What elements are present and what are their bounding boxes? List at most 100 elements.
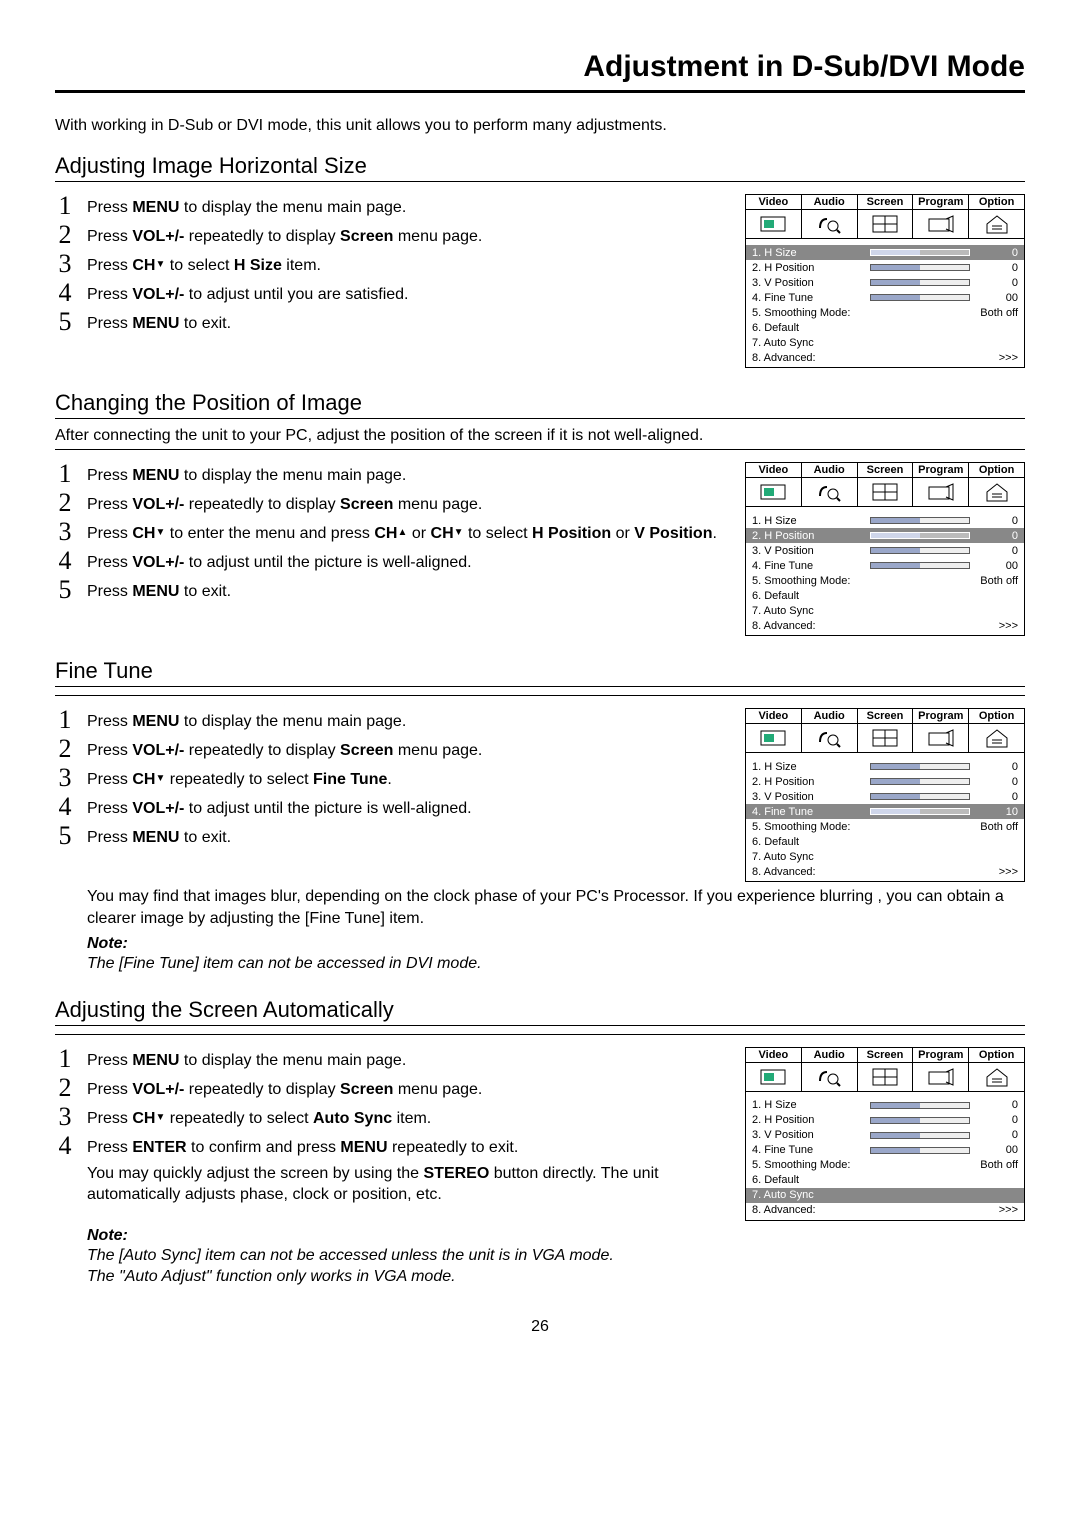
osd-row-advanced: 8. Advanced:>>> bbox=[746, 618, 1024, 633]
video-icon bbox=[746, 478, 802, 506]
osd-row-smooth: 5. Smoothing Mode:Both off bbox=[746, 819, 1024, 834]
osd-panel: Video Audio Screen Program Option 1. H S… bbox=[745, 1047, 1025, 1221]
step-number: 3 bbox=[55, 519, 75, 545]
osd-row-hpos: 2. H Position0 bbox=[746, 260, 1024, 275]
step-number: 4 bbox=[55, 548, 75, 574]
step-text: Press ENTER to confirm and press MENU re… bbox=[87, 1133, 725, 1159]
osd-tab-video: Video bbox=[746, 463, 802, 477]
osd-row-vpos: 3. V Position0 bbox=[746, 1128, 1024, 1143]
chevron-down-icon: ▼ bbox=[155, 772, 165, 786]
osd-panel: Video Audio Screen Program Option 1. H S… bbox=[745, 194, 1025, 368]
step-number: 5 bbox=[55, 577, 75, 603]
osd-row-hsize: 1. H Size0 bbox=[746, 513, 1024, 528]
osd-row-vpos: 3. V Position0 bbox=[746, 543, 1024, 558]
step-text: Press VOL+/- repeatedly to display Scree… bbox=[87, 490, 725, 516]
section-hsize: Adjusting Image Horizontal Size 1 Press … bbox=[55, 153, 1025, 368]
osd-tab-audio: Audio bbox=[802, 1048, 858, 1062]
step-number: 1 bbox=[55, 461, 75, 487]
osd-row-vpos: 3. V Position0 bbox=[746, 275, 1024, 290]
option-icon bbox=[969, 210, 1024, 238]
screen-icon bbox=[858, 478, 914, 506]
step-number: 1 bbox=[55, 193, 75, 219]
section-autosync: Adjusting the Screen Automatically 1 Pre… bbox=[55, 997, 1025, 1288]
audio-icon bbox=[802, 1063, 858, 1091]
osd-tab-option: Option bbox=[969, 1048, 1024, 1062]
section-heading: Adjusting Image Horizontal Size bbox=[55, 153, 1025, 182]
section-position: Changing the Position of Image After con… bbox=[55, 390, 1025, 636]
osd-row-autosync: 7. Auto Sync bbox=[746, 335, 1024, 350]
osd-row-ftune: 4. Fine Tune00 bbox=[746, 558, 1024, 573]
step-text: Press MENU to display the menu main page… bbox=[87, 1046, 725, 1072]
step-text: Press CH▼ repeatedly to select Fine Tune… bbox=[87, 765, 725, 791]
step-number: 5 bbox=[55, 309, 75, 335]
intro-text: With working in D-Sub or DVI mode, this … bbox=[55, 117, 1025, 135]
section-finetune: Fine Tune 1 Press MENU to display the me… bbox=[55, 658, 1025, 975]
osd-tab-audio: Audio bbox=[802, 709, 858, 723]
program-icon bbox=[913, 210, 969, 238]
osd-tab-audio: Audio bbox=[802, 463, 858, 477]
step-text: Press MENU to display the menu main page… bbox=[87, 461, 725, 487]
step-text: Press MENU to display the menu main page… bbox=[87, 707, 725, 733]
osd-row-smooth: 5. Smoothing Mode:Both off bbox=[746, 305, 1024, 320]
section-heading: Adjusting the Screen Automatically bbox=[55, 997, 1025, 1026]
osd-tab-screen: Screen bbox=[858, 463, 914, 477]
osd-row-hsize: 1. H Size0 bbox=[746, 245, 1024, 260]
step-text: Press MENU to exit. bbox=[87, 309, 725, 335]
osd-row-ftune: 4. Fine Tune10 bbox=[746, 804, 1024, 819]
osd-row-autosync: 7. Auto Sync bbox=[746, 849, 1024, 864]
osd-row-default: 6. Default bbox=[746, 320, 1024, 335]
step-number: 2 bbox=[55, 490, 75, 516]
chevron-down-icon: ▼ bbox=[155, 1111, 165, 1125]
step-text: Press CH▼ to enter the menu and press CH… bbox=[87, 519, 725, 545]
osd-row-vpos: 3. V Position0 bbox=[746, 789, 1024, 804]
osd-row-advanced: 8. Advanced:>>> bbox=[746, 1203, 1024, 1218]
step-text: Press VOL+/- repeatedly to display Scree… bbox=[87, 1075, 725, 1101]
note-text: The "Auto Adjust" function only works in… bbox=[87, 1266, 1025, 1288]
step-number: 3 bbox=[55, 251, 75, 277]
screen-icon bbox=[858, 210, 914, 238]
osd-tab-screen: Screen bbox=[858, 709, 914, 723]
extra-text: You may quickly adjust the screen by usi… bbox=[87, 1163, 725, 1206]
program-icon bbox=[913, 724, 969, 752]
osd-row-ftune: 4. Fine Tune00 bbox=[746, 290, 1024, 305]
osd-tab-audio: Audio bbox=[802, 195, 858, 209]
note-label: Note: bbox=[87, 935, 1025, 953]
section-heading: Changing the Position of Image bbox=[55, 390, 1025, 419]
osd-row-default: 6. Default bbox=[746, 834, 1024, 849]
step-number: 1 bbox=[55, 1046, 75, 1072]
video-icon bbox=[746, 1063, 802, 1091]
step-text: Press VOL+/- repeatedly to display Scree… bbox=[87, 222, 725, 248]
audio-icon bbox=[802, 210, 858, 238]
section-subtext: After connecting the unit to your PC, ad… bbox=[55, 427, 1025, 445]
osd-row-advanced: 8. Advanced:>>> bbox=[746, 864, 1024, 879]
osd-tab-option: Option bbox=[969, 195, 1024, 209]
osd-tab-video: Video bbox=[746, 1048, 802, 1062]
option-icon bbox=[969, 478, 1024, 506]
osd-row-autosync: 7. Auto Sync bbox=[746, 603, 1024, 618]
chevron-up-icon: ▲ bbox=[397, 526, 407, 540]
step-number: 3 bbox=[55, 765, 75, 791]
step-text: Press CH▼ repeatedly to select Auto Sync… bbox=[87, 1104, 725, 1130]
osd-row-ftune: 4. Fine Tune00 bbox=[746, 1143, 1024, 1158]
step-number: 5 bbox=[55, 823, 75, 849]
step-text: Press CH▼ to select H Size item. bbox=[87, 251, 725, 277]
osd-tab-program: Program bbox=[913, 463, 969, 477]
page-number: 26 bbox=[55, 1318, 1025, 1336]
osd-tab-video: Video bbox=[746, 709, 802, 723]
osd-tab-option: Option bbox=[969, 709, 1024, 723]
step-number: 4 bbox=[55, 1133, 75, 1159]
chevron-down-icon: ▼ bbox=[155, 258, 165, 272]
step-number: 2 bbox=[55, 222, 75, 248]
program-icon bbox=[913, 1063, 969, 1091]
osd-tab-option: Option bbox=[969, 463, 1024, 477]
osd-tab-program: Program bbox=[913, 709, 969, 723]
note-label: Note: bbox=[87, 1227, 1025, 1245]
step-number: 4 bbox=[55, 794, 75, 820]
osd-row-hpos: 2. H Position0 bbox=[746, 1113, 1024, 1128]
osd-row-default: 6. Default bbox=[746, 588, 1024, 603]
osd-panel: Video Audio Screen Program Option 1. H S… bbox=[745, 708, 1025, 882]
program-icon bbox=[913, 478, 969, 506]
osd-row-hsize: 1. H Size0 bbox=[746, 1098, 1024, 1113]
osd-tab-screen: Screen bbox=[858, 1048, 914, 1062]
osd-row-default: 6. Default bbox=[746, 1173, 1024, 1188]
